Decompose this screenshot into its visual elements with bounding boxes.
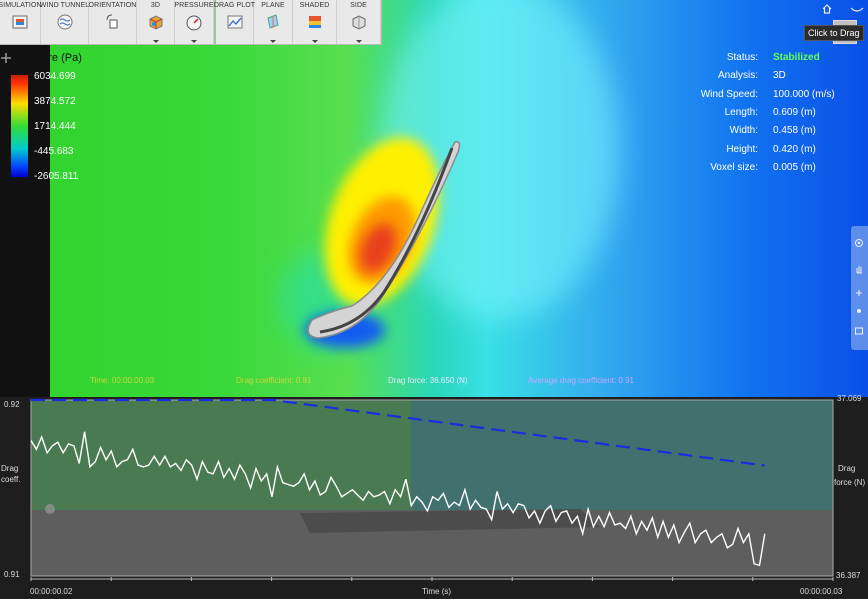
left-axis-bottom: 0.91 [4, 570, 20, 579]
status-value: 3D [773, 70, 786, 82]
right-axis-title-line2: force (N) [834, 478, 866, 487]
toolbar-button-drag-plot[interactable]: DRAG PLOT [213, 0, 256, 44]
right-axis-top: 37.069 [837, 394, 862, 403]
status-value: Stabilized [773, 52, 820, 63]
chevron-down-icon[interactable] [152, 40, 159, 43]
ribbon-toolbar: SIMULATION WIND TUNNEL ORIENTATION 3D PRESSU… [0, 0, 382, 45]
status-value: 0.609 (m) [773, 106, 816, 118]
toolbar-label: 3D [150, 2, 161, 9]
legend-color-bar [10, 74, 29, 178]
fit-icon[interactable] [854, 306, 864, 316]
left-axis-top: 0.92 [4, 400, 20, 409]
toolbar-label: SIMULATION [0, 2, 42, 9]
right-axis-bottom: 36.387 [836, 571, 861, 580]
chevron-down-icon[interactable] [311, 40, 318, 43]
section-icon[interactable] [854, 326, 864, 336]
orbit-icon[interactable] [854, 238, 864, 248]
simulation-icon [12, 15, 28, 29]
3d-icon [149, 15, 162, 30]
status-value: 0.420 (m) [773, 143, 816, 155]
toolbar-button-shaded[interactable]: SHADED [293, 0, 337, 44]
pan-hand-icon[interactable] [854, 264, 864, 274]
home-icon[interactable] [822, 4, 832, 14]
drag-plot-icon [227, 15, 242, 29]
status-key: Length: [724, 106, 758, 118]
plot-marker[interactable] [45, 504, 55, 514]
minimize-icon[interactable] [850, 6, 864, 15]
legend-value-min: -2605.811 [34, 171, 79, 182]
plane-icon [267, 14, 279, 29]
orientation-icon [106, 14, 117, 29]
pressure-gauge-icon [186, 15, 202, 31]
toolbar-button-orientation[interactable]: ORIENTATION [89, 0, 137, 44]
x-axis-start: 00:00:00.02 [30, 587, 73, 596]
toolbar-label: ORIENTATION [88, 2, 137, 9]
legend-value-3: 1714.444 [34, 121, 76, 132]
plot-upper-band-right [411, 400, 833, 510]
status-key: Height: [726, 143, 758, 155]
toolbar-button-wind-tunnel[interactable]: WIND TUNNEL [39, 0, 90, 44]
toolbar-label: SIDE [350, 2, 367, 9]
chevron-down-icon[interactable] [355, 40, 362, 43]
legend-title: Pressure (Pa) [14, 52, 82, 64]
readout-drag-coefficient: Drag coefficient: 0.91 [236, 376, 312, 385]
zoom-icon[interactable] [854, 288, 864, 298]
left-axis-title-line2: coeff. [1, 475, 21, 484]
drag-tooltip: Click to Drag [804, 25, 864, 41]
status-value: 100.000 (m/s) [773, 88, 835, 100]
status-key: Analysis: [717, 70, 758, 82]
legend-header: Pressure (Pa) [0, 52, 82, 64]
toolbar-button-side[interactable]: SIDE [337, 0, 381, 44]
drag-handle-icon[interactable] [0, 52, 12, 64]
status-key: Voxel size: [710, 161, 758, 173]
app-window: SIMULATION WIND TUNNEL ORIENTATION 3D PRESSU… [0, 0, 868, 599]
legend-value-max: 6034.699 [34, 71, 76, 82]
right-axis-title-line1: Drag [838, 464, 856, 473]
drag-plot[interactable] [0, 397, 868, 599]
legend-value-4: -445.683 [34, 146, 74, 157]
readout-time: Time: 00:00:00.03 [90, 376, 155, 385]
status-key: Status: [726, 52, 758, 63]
toolbar-button-pressure[interactable]: PRESSURE [174, 0, 214, 44]
status-key: Width: [729, 125, 758, 137]
side-toolbar [851, 226, 868, 350]
status-value: 0.458 (m) [773, 125, 816, 137]
toolbar-label: PRESSURE [174, 2, 214, 9]
chevron-down-icon[interactable] [270, 40, 276, 43]
legend-value-2: 3874.572 [34, 96, 76, 107]
status-key: Wind Speed: [700, 88, 758, 100]
readout-average-drag-coefficient: Average drag coefficient: 0.91 [528, 376, 634, 385]
chevron-down-icon[interactable] [191, 40, 197, 43]
status-value: 0.005 (m) [773, 161, 816, 173]
x-axis-title: Time (s) [422, 587, 452, 596]
toolbar-label: PLANE [261, 2, 285, 9]
side-view-icon [352, 15, 365, 30]
toolbar-label: WIND TUNNEL [39, 2, 90, 9]
toolbar-label: DRAG PLOT [213, 2, 256, 9]
shaded-icon [308, 16, 321, 28]
toolbar-button-3d[interactable]: 3D [137, 0, 175, 44]
left-axis-title-line1: Drag [1, 464, 19, 473]
toolbar-button-simulation[interactable]: SIMULATION [0, 0, 42, 44]
wind-tunnel-icon [57, 14, 72, 30]
readout-drag-force: Drag force: 36.650 (N) [388, 376, 468, 385]
toolbar-button-plane[interactable]: PLANE [254, 0, 293, 44]
x-axis-end: 00:00:00.03 [800, 587, 843, 596]
toolbar-label: SHADED [299, 2, 330, 9]
